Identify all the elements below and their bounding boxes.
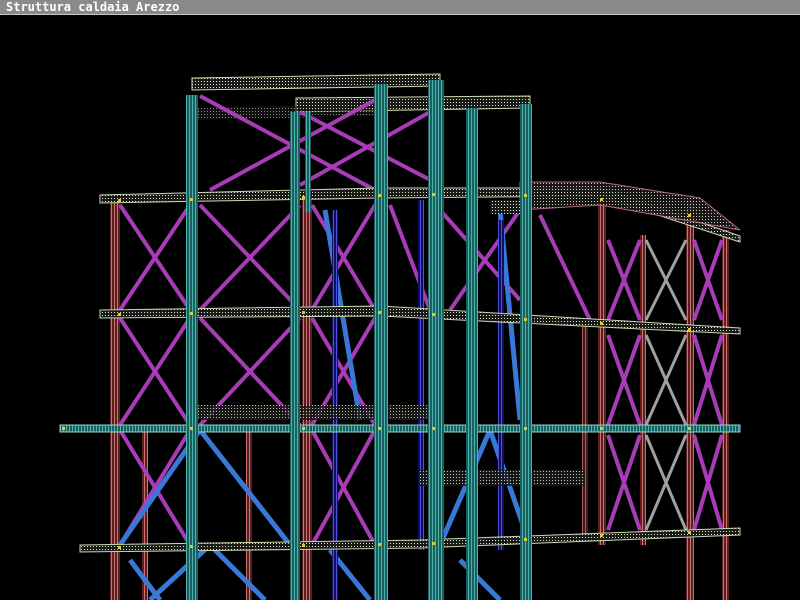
window-title-bar[interactable]: Struttura caldaia Arezzo <box>0 0 800 15</box>
3d-structure-viewport[interactable] <box>0 16 800 600</box>
teal-columns <box>186 80 532 600</box>
grey-braces <box>644 239 688 531</box>
boiler-structure-wireframe <box>59 73 741 600</box>
roof-decks <box>190 73 531 120</box>
window-title: Struttura caldaia Arezzo <box>6 0 180 14</box>
